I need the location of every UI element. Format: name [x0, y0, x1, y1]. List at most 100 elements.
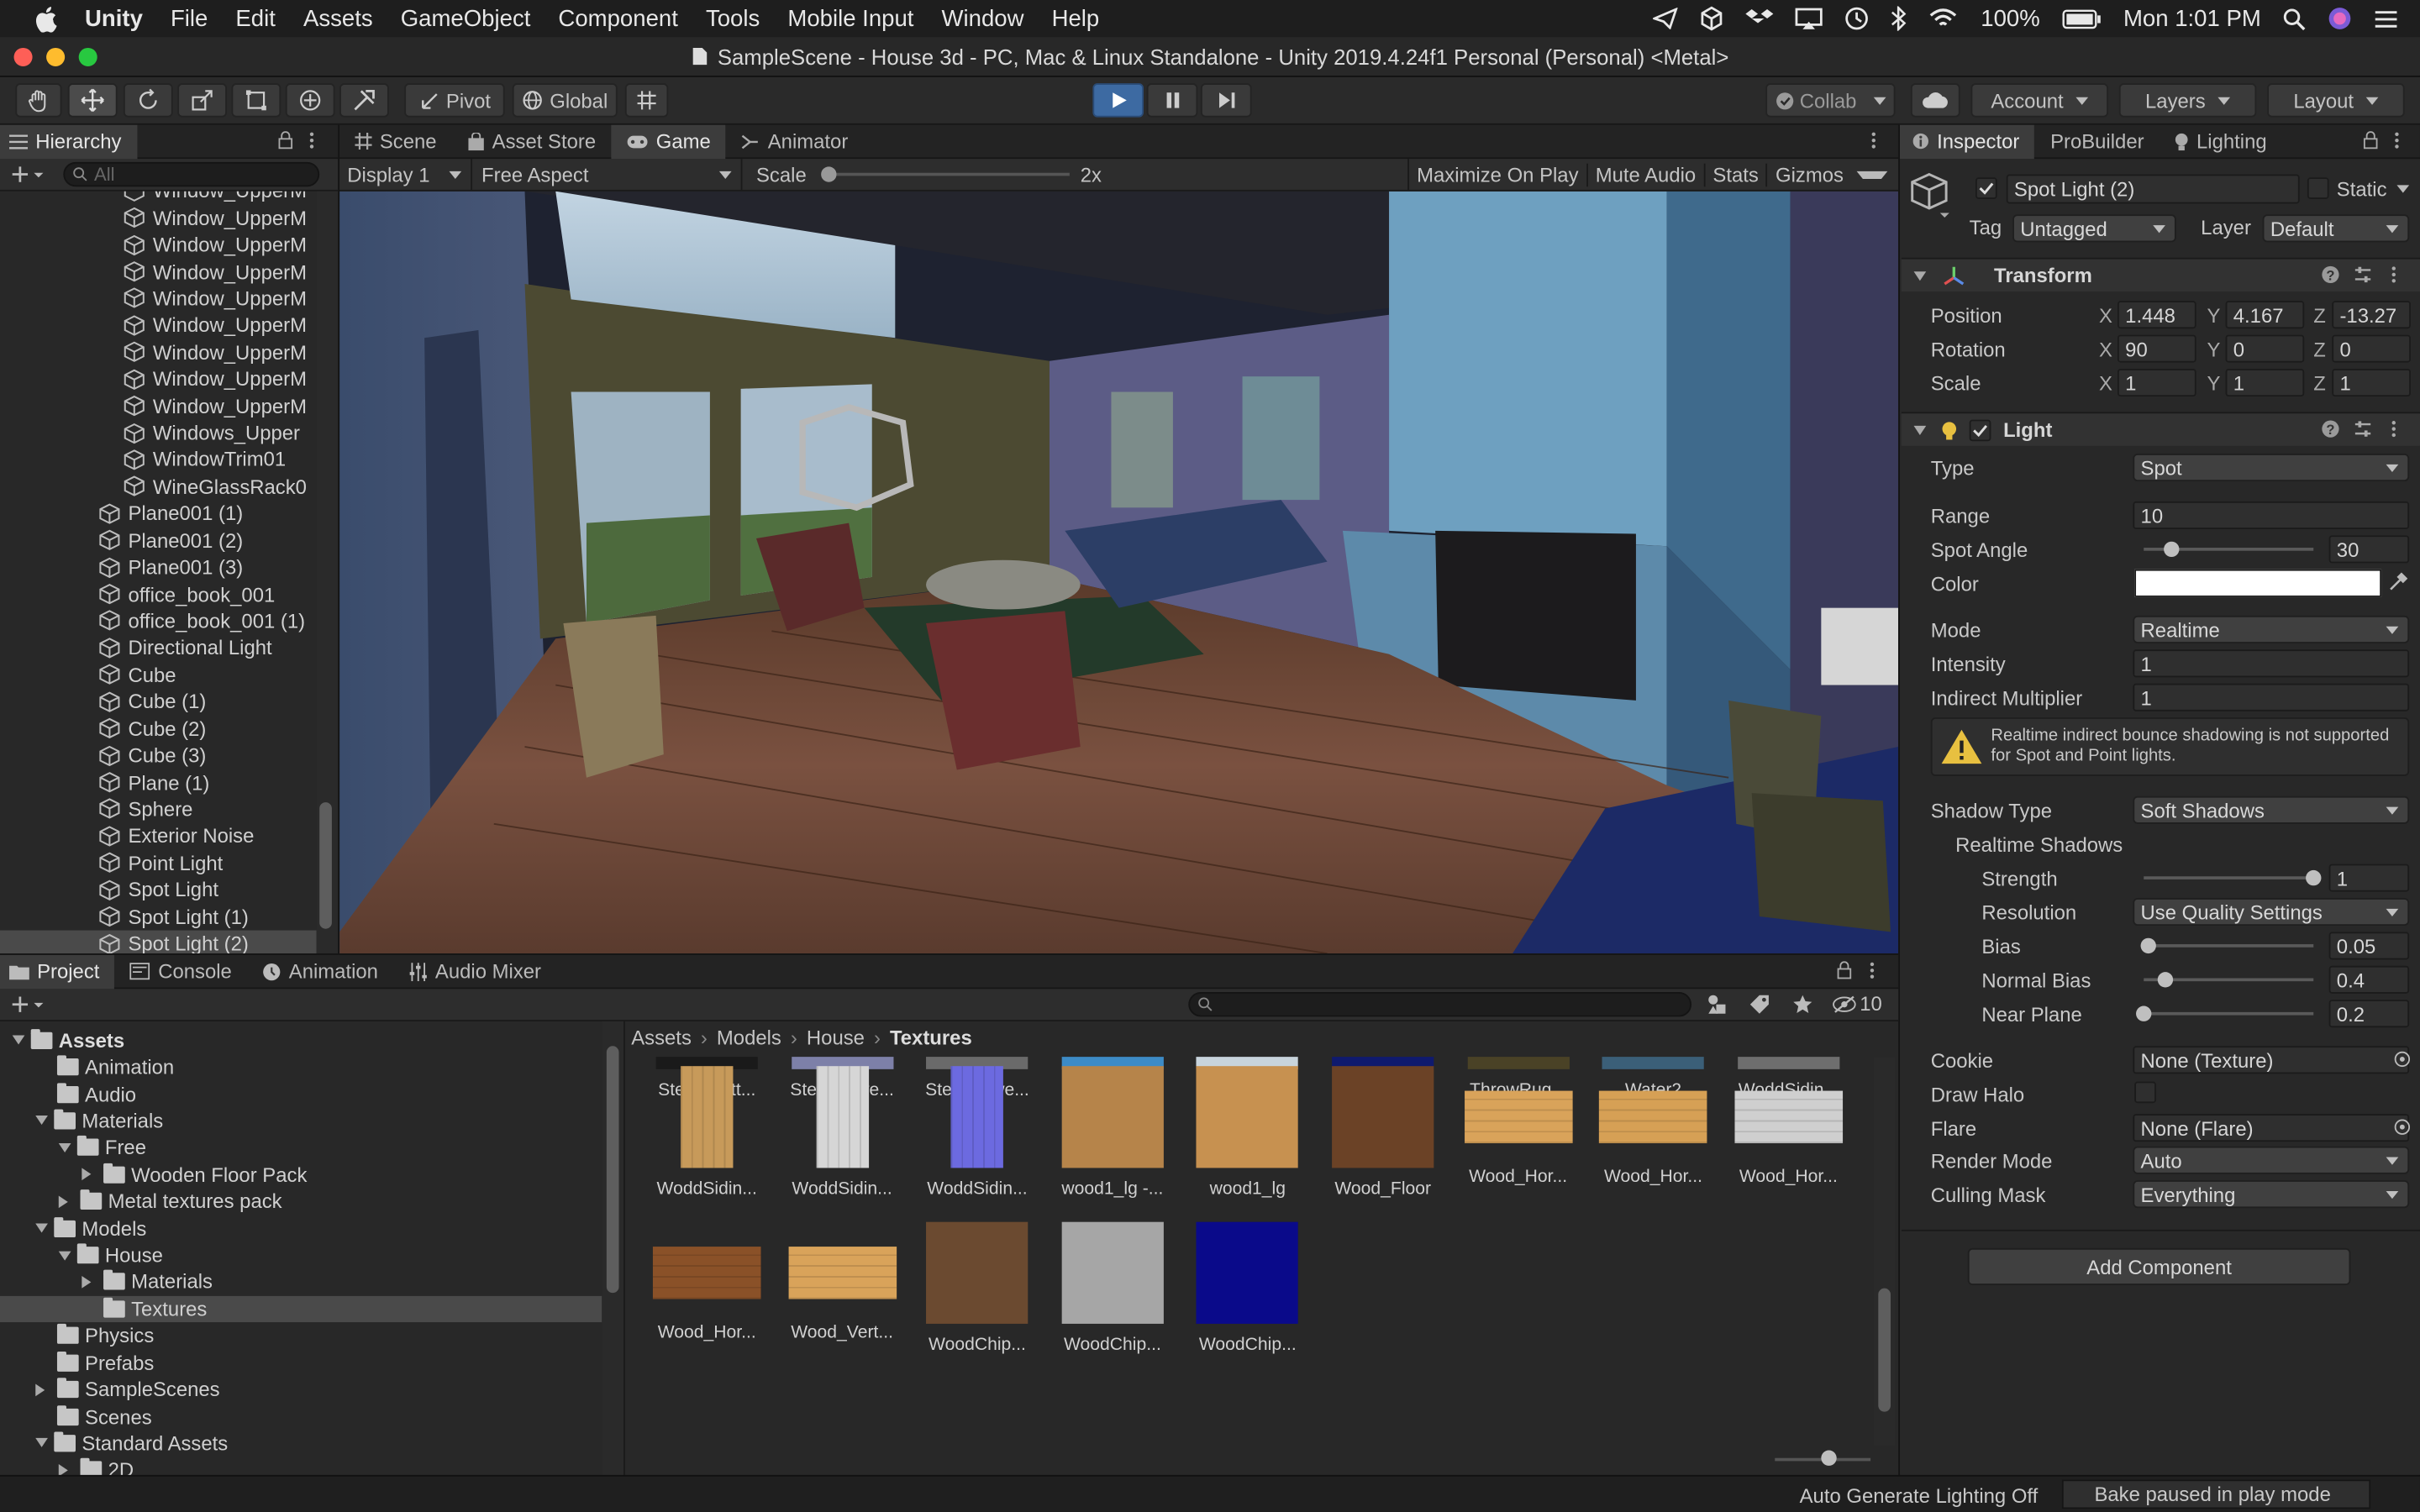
expand-arrow-icon[interactable] [58, 1142, 71, 1158]
transform-pz-field[interactable]: -13.27 [2332, 301, 2411, 329]
indirect-multiplier-field[interactable]: 1 [2133, 683, 2410, 711]
asset-item[interactable]: Wood_Hor... [1450, 1066, 1586, 1186]
transform-ry-field[interactable]: 0 [2225, 334, 2305, 363]
hierarchy-item[interactable]: Window_UpperM [124, 258, 307, 285]
apple-icon[interactable] [0, 5, 71, 32]
asset-item[interactable]: WoodChip... [1044, 1221, 1181, 1355]
menu-assets[interactable]: Assets [289, 5, 387, 31]
scale-slider[interactable] [822, 172, 1070, 176]
tab-probuilder[interactable]: ProBuilder [2035, 124, 2160, 158]
asset-item[interactable]: Wood_Vert... [774, 1222, 910, 1342]
strength-slider[interactable] [2144, 869, 2322, 886]
object-name-field[interactable]: Spot Light (2) [2006, 174, 2300, 204]
static-checkbox[interactable] [2307, 177, 2329, 199]
menu-gameobject[interactable]: GameObject [387, 5, 544, 31]
layers-dropdown[interactable]: Layers [2118, 83, 2257, 118]
light-color-swatch[interactable] [2134, 569, 2382, 597]
scale-tool-button[interactable] [177, 83, 227, 118]
rotate-tool-button[interactable] [123, 83, 173, 118]
resolution-dropdown[interactable]: Use Quality Settings [2133, 897, 2410, 927]
bake-progress-bar[interactable]: Bake paused in play mode [2061, 1479, 2371, 1509]
asset-item[interactable]: wood1_lg -... [1044, 1066, 1181, 1199]
hierarchy-item[interactable]: WindowTrim01 [124, 446, 286, 473]
range-field[interactable]: 10 [2133, 501, 2410, 529]
menu-mobile-input[interactable]: Mobile Input [774, 5, 928, 31]
asset-grid-scrollbar[interactable] [1873, 1057, 1896, 1446]
layer-dropdown[interactable]: Default [2262, 214, 2410, 243]
project-tree-scroll-thumb[interactable] [606, 1046, 619, 1294]
asset-item[interactable]: wood1_lg [1180, 1066, 1316, 1199]
send-icon[interactable] [1653, 8, 1679, 29]
account-dropdown[interactable]: Account [1970, 83, 2108, 118]
expand-arrow-icon[interactable] [35, 1438, 48, 1454]
hierarchy-item[interactable]: Window_UpperM [124, 285, 307, 312]
thumbnail-size-knob[interactable] [1821, 1450, 1837, 1466]
project-folder-item[interactable]: Physics [0, 1322, 602, 1349]
collapse-arrow-icon[interactable] [1913, 270, 1927, 286]
hierarchy-item[interactable]: office_book_001 [99, 580, 275, 607]
expand-arrow-icon[interactable] [58, 1250, 71, 1266]
axis-x-label[interactable]: X [2099, 372, 2112, 396]
expand-arrow-icon[interactable] [35, 1223, 48, 1239]
project-more-icon[interactable] [1869, 961, 1875, 979]
tab-console[interactable]: Console [115, 954, 247, 988]
hierarchy-item[interactable]: Window_UpperM [124, 339, 307, 365]
expand-arrow-icon[interactable] [12, 1035, 25, 1051]
aspect-dropdown[interactable]: Free Aspect [474, 159, 743, 190]
axis-y-label[interactable]: Y [2207, 372, 2221, 396]
global-toggle-button[interactable]: Global [512, 83, 618, 118]
asset-item[interactable]: WoodChip... [909, 1221, 1045, 1355]
menu-component[interactable]: Component [544, 5, 692, 31]
project-folder-item[interactable]: 2D [0, 1457, 602, 1477]
axis-z-label[interactable]: Z [2313, 372, 2326, 396]
custom-tool-button[interactable] [339, 83, 389, 118]
game-more-menu-icon[interactable] [1870, 131, 1876, 150]
intensity-field[interactable]: 1 [2133, 649, 2410, 678]
grid-snap-button[interactable] [624, 83, 669, 118]
breadcrumb-textures[interactable]: Textures [890, 1026, 972, 1049]
game-view-viewport[interactable] [339, 191, 1899, 954]
tab-game[interactable]: Game [611, 123, 727, 159]
lock-icon[interactable] [278, 131, 293, 150]
unity-status-icon[interactable] [1700, 6, 1724, 31]
slider-knob[interactable] [2136, 1005, 2152, 1021]
stats-toggle[interactable]: Stats [1705, 162, 1768, 186]
asset-item[interactable]: WoodChip... [1180, 1221, 1316, 1355]
project-create-icon[interactable] [11, 995, 45, 1014]
project-folder-item[interactable]: Materials [0, 1107, 602, 1134]
hierarchy-item[interactable]: Plane001 (2) [99, 527, 243, 554]
tab-hierarchy[interactable]: Hierarchy [0, 123, 137, 159]
collapse-arrow-icon[interactable] [58, 1194, 74, 1208]
minimize-window-button[interactable] [46, 47, 66, 66]
hierarchy-item[interactable]: Plane001 (3) [99, 554, 243, 580]
component-more-icon[interactable] [2391, 265, 2396, 284]
notification-center-icon[interactable] [2374, 8, 2398, 29]
hierarchy-item[interactable]: Sphere [99, 795, 192, 822]
spotlight-search-icon[interactable] [2283, 7, 2307, 30]
maximize-on-play-toggle[interactable]: Maximize On Play [1409, 162, 1588, 186]
expand-arrow-icon[interactable] [35, 1116, 48, 1131]
collapse-arrow-icon[interactable] [1913, 425, 1927, 440]
siri-icon[interactable] [2328, 6, 2352, 30]
hidden-packages-toggle[interactable]: 10 [1832, 992, 1882, 1016]
transform-sz-field[interactable]: 1 [2332, 368, 2411, 397]
project-folder-item[interactable]: Assets [0, 1026, 602, 1053]
bias-slider[interactable] [2140, 937, 2314, 954]
more-menu-icon[interactable] [308, 131, 314, 150]
zoom-window-button[interactable] [78, 47, 97, 66]
dropbox-icon[interactable] [1746, 8, 1775, 29]
asset-item[interactable]: Wood_Hor... [1721, 1066, 1857, 1186]
bluetooth-icon[interactable] [1891, 6, 1907, 31]
menu-window[interactable]: Window [928, 5, 1038, 31]
presets-icon[interactable] [2354, 265, 2372, 284]
project-split-divider[interactable] [623, 1021, 625, 1477]
hierarchy-item[interactable]: WineGlassRack0 [124, 473, 307, 500]
gizmos-chevron-icon[interactable] [1857, 171, 1889, 186]
asset-item[interactable]: WoddSidin... [639, 1066, 775, 1199]
menu-clock[interactable]: Mon 1:01 PM [2123, 5, 2261, 31]
transform-tool-button[interactable] [285, 83, 335, 118]
cookie-field[interactable]: None (Texture) [2133, 1046, 2410, 1074]
object-picker-icon[interactable] [2394, 1051, 2411, 1068]
project-folder-item[interactable]: Standard Assets [0, 1430, 602, 1457]
transform-rz-field[interactable]: 0 [2332, 334, 2411, 363]
